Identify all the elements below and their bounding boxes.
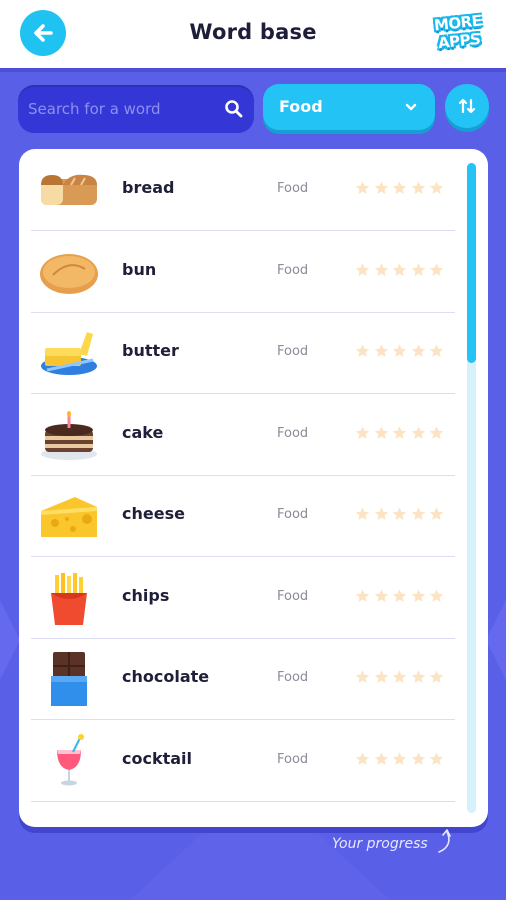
word-label: bun — [122, 259, 157, 279]
star-icon — [355, 588, 370, 602]
star-icon — [429, 507, 444, 520]
chocolate-icon — [39, 652, 99, 706]
search-icon[interactable] — [224, 99, 244, 119]
star-icon — [429, 344, 444, 357]
star-icon — [429, 588, 444, 602]
star-icon — [374, 670, 388, 683]
star-icon — [374, 181, 388, 194]
word-category: Food — [277, 751, 309, 767]
word-list: bread Food bun Food butter Food cake Food cheese… — [19, 149, 488, 827]
star-icon — [355, 344, 370, 357]
top-bar: Word base MORE APPS — [0, 0, 506, 72]
star-icon — [355, 181, 370, 194]
word-label: cake — [122, 422, 164, 442]
category-selected-label: Food — [279, 97, 323, 116]
star-rating — [354, 751, 445, 767]
star-icon — [429, 181, 444, 194]
star-rating — [354, 506, 445, 522]
cocktail-icon — [39, 733, 99, 788]
star-icon — [355, 507, 370, 520]
word-row-cocktail[interactable]: cocktail Food — [31, 720, 455, 802]
word-row-chips[interactable]: chips Food — [31, 557, 455, 639]
star-icon — [411, 751, 425, 765]
word-category: Food — [277, 670, 309, 685]
star-rating — [354, 669, 445, 685]
star-icon — [429, 262, 444, 276]
sort-button[interactable] — [445, 84, 489, 128]
word-label: cheese — [122, 504, 185, 523]
word-label: bread — [122, 178, 175, 197]
word-row-butter[interactable]: butter Food — [31, 312, 455, 394]
star-icon — [429, 751, 444, 765]
more-apps-button[interactable]: MORE APPS — [432, 10, 490, 56]
word-category: Food — [277, 507, 309, 522]
word-label: chocolate — [122, 667, 210, 686]
page-title: Word base — [189, 20, 317, 44]
cheese-icon — [39, 489, 99, 543]
star-icon — [392, 507, 407, 520]
sort-icon — [458, 98, 476, 114]
word-category: Food — [277, 262, 309, 278]
star-icon — [374, 344, 388, 357]
progress-hint: Your progress — [332, 836, 428, 852]
category-dropdown[interactable]: Food — [263, 84, 435, 130]
star-icon — [392, 670, 407, 683]
scrollbar-thumb[interactable] — [467, 163, 476, 363]
star-rating — [354, 180, 445, 196]
word-label: butter — [122, 341, 179, 360]
star-icon — [392, 181, 407, 194]
star-icon — [411, 670, 425, 683]
star-icon — [374, 751, 388, 765]
more-apps-label-line2: APPS — [437, 29, 482, 53]
star-icon — [374, 588, 388, 602]
star-icon — [374, 262, 388, 276]
word-row-cheese[interactable]: cheese Food — [31, 475, 455, 557]
star-icon — [355, 425, 370, 439]
chips-icon — [39, 571, 99, 625]
star-rating — [354, 425, 445, 441]
star-rating — [354, 262, 445, 278]
star-icon — [392, 751, 407, 765]
word-row-bun[interactable]: bun Food — [31, 231, 455, 313]
star-rating — [354, 588, 445, 604]
star-rating — [354, 343, 445, 359]
star-icon — [429, 425, 444, 439]
star-icon — [392, 262, 407, 276]
word-category: Food — [277, 425, 309, 441]
cake-icon — [39, 408, 99, 462]
bread-icon — [39, 163, 99, 217]
star-icon — [355, 751, 370, 765]
star-icon — [355, 670, 370, 683]
star-icon — [355, 262, 370, 276]
word-row-cake[interactable]: cake Food — [31, 394, 455, 476]
word-category: Food — [277, 588, 309, 604]
star-icon — [374, 507, 388, 520]
bun-icon — [39, 245, 99, 299]
star-icon — [429, 670, 444, 683]
word-category: Food — [277, 344, 309, 359]
star-icon — [411, 181, 425, 194]
word-row-chocolate[interactable]: chocolate Food — [31, 638, 455, 720]
star-icon — [392, 425, 407, 439]
search-input[interactable] — [26, 88, 220, 130]
scrollbar[interactable] — [467, 163, 476, 813]
curved-arrow-icon — [438, 829, 451, 853]
word-label: chips — [122, 585, 170, 605]
chevron-down-icon — [405, 103, 417, 111]
word-category: Food — [277, 181, 309, 196]
search-box[interactable] — [18, 85, 254, 133]
star-icon — [392, 344, 407, 357]
word-row-bread[interactable]: bread Food — [31, 149, 455, 231]
star-icon — [411, 507, 425, 520]
star-icon — [411, 262, 425, 276]
star-icon — [411, 425, 425, 439]
star-icon — [411, 344, 425, 357]
word-label: cocktail — [122, 748, 193, 768]
star-icon — [411, 588, 425, 602]
star-icon — [392, 588, 407, 602]
star-icon — [374, 425, 388, 439]
butter-icon — [39, 326, 99, 380]
